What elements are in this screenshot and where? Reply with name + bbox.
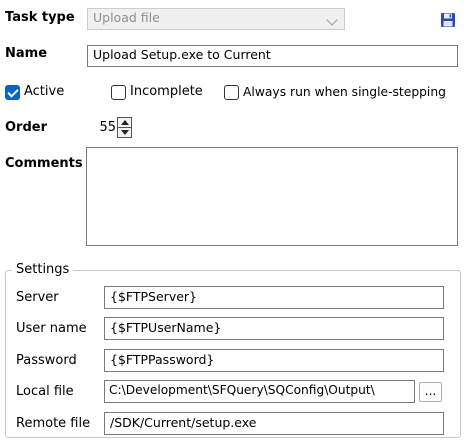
password-input[interactable]: {$FTPPassword} (104, 349, 444, 372)
local-file-input[interactable]: C:\Development\SFQuery\SQConfig\Output\ (104, 380, 415, 403)
incomplete-label: Incomplete (130, 84, 203, 99)
arrow-up-icon (121, 120, 129, 125)
remote-file-input[interactable]: /SDK/Current/setup.exe (104, 412, 444, 435)
task-type-label: Task type (5, 10, 75, 25)
name-label: Name (5, 46, 48, 61)
order-stepper[interactable]: 55 (86, 117, 132, 139)
task-type-select[interactable]: Upload file (87, 8, 345, 30)
user-name-input[interactable]: {$FTPUserName} (104, 317, 444, 340)
local-file-label: Local file (16, 384, 74, 399)
name-value: Upload Setup.exe to Current (93, 47, 271, 62)
local-file-value: C:\Development\SFQuery\SQConfig\Output\ (109, 383, 375, 397)
always-run-checkbox[interactable] (224, 85, 239, 100)
browse-button[interactable]: ... (419, 382, 442, 402)
user-name-label: User name (16, 321, 87, 336)
user-name-value: {$FTPUserName} (110, 320, 222, 335)
server-label: Server (16, 290, 59, 305)
server-input[interactable]: {$FTPServer} (104, 286, 444, 309)
order-value: 55 (99, 120, 116, 135)
arrow-down-icon (121, 130, 129, 135)
comments-label: Comments (5, 156, 83, 171)
task-type-value: Upload file (93, 10, 160, 25)
order-label: Order (5, 120, 47, 135)
always-run-label: Always run when single-stepping (243, 85, 446, 99)
settings-legend: Settings (12, 263, 74, 277)
name-input[interactable]: Upload Setup.exe to Current (87, 45, 458, 67)
spin-down-button[interactable] (117, 127, 132, 138)
remote-file-label: Remote file (16, 416, 91, 431)
server-value: {$FTPServer} (110, 289, 197, 304)
comments-textarea[interactable] (86, 147, 458, 246)
active-checkbox[interactable] (5, 85, 20, 100)
active-label: Active (24, 84, 65, 99)
incomplete-checkbox[interactable] (111, 85, 126, 100)
password-value: {$FTPPassword} (110, 352, 215, 367)
save-icon[interactable] (440, 12, 456, 28)
remote-file-value: /SDK/Current/setup.exe (110, 415, 257, 430)
password-label: Password (16, 353, 77, 368)
chevron-down-icon (326, 14, 338, 26)
